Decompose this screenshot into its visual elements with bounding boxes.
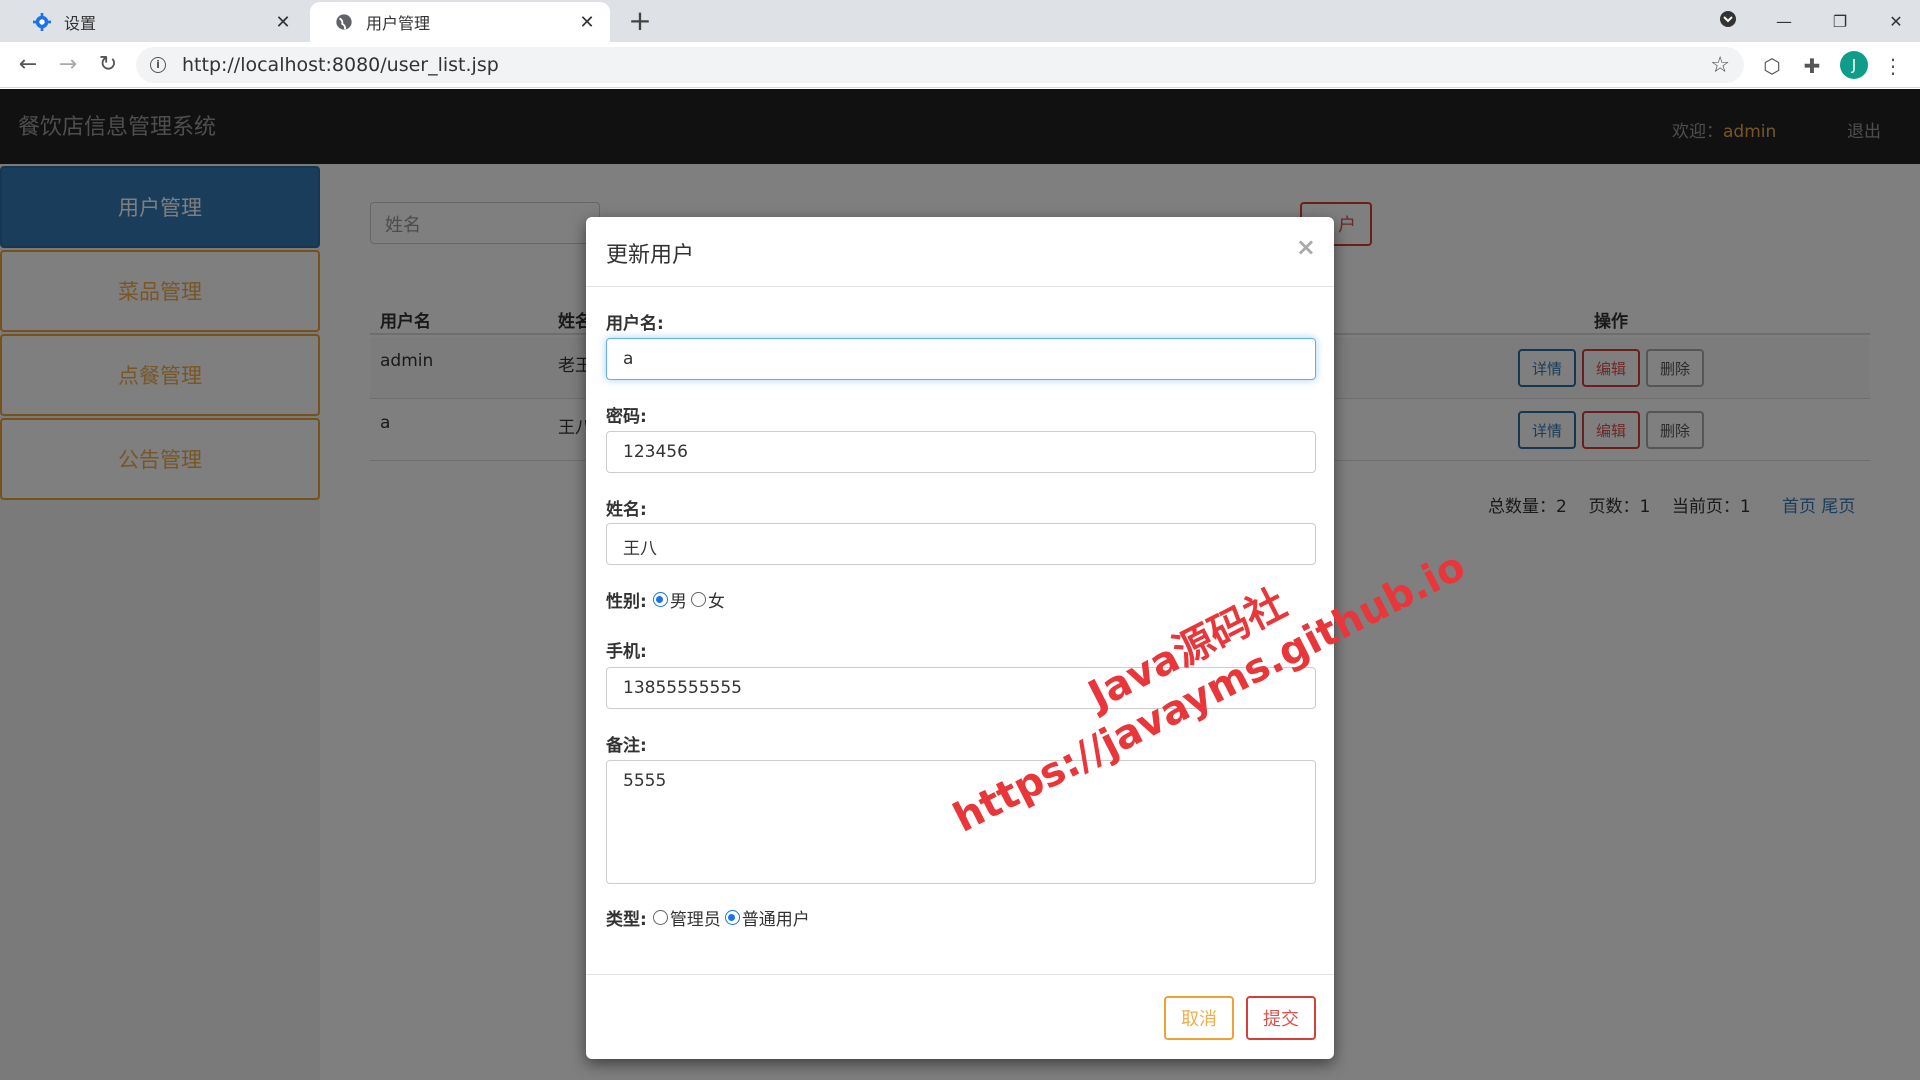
gear-icon xyxy=(32,12,52,32)
tab-title: 用户管理 xyxy=(366,14,431,33)
tab-search-icon[interactable] xyxy=(1700,10,1756,32)
browser-tabstrip: 设置 ✕ 用户管理 ✕ + — ❐ ✕ xyxy=(0,0,1920,42)
info-icon[interactable]: i xyxy=(150,57,166,73)
extension-icon[interactable]: ⬡ xyxy=(1759,53,1785,79)
tab-title: 设置 xyxy=(64,14,97,33)
reload-icon[interactable]: ↻ xyxy=(94,51,122,79)
address-bar[interactable]: i http://localhost:8080/user_list.jsp ☆ xyxy=(136,47,1744,83)
gender-male-radio[interactable] xyxy=(652,592,668,607)
dialog-title: 更新用户 xyxy=(606,243,695,268)
close-icon[interactable]: ✕ xyxy=(576,12,598,33)
type-label: 类型: xyxy=(606,910,647,930)
restore-icon[interactable]: ❐ xyxy=(1812,12,1868,31)
new-tab-button[interactable]: + xyxy=(624,6,656,38)
password-input[interactable]: 123456 xyxy=(606,431,1316,473)
username-label: 用户名: xyxy=(606,314,664,334)
cancel-button[interactable]: 取消 xyxy=(1164,996,1234,1040)
bookmark-star-icon[interactable]: ☆ xyxy=(1710,53,1730,78)
gender-female-label: 女 xyxy=(707,592,725,612)
close-icon[interactable]: × xyxy=(1296,233,1316,261)
remark-label: 备注: xyxy=(606,736,647,756)
password-label: 密码: xyxy=(606,407,647,427)
puzzle-icon[interactable]: ✚ xyxy=(1799,53,1825,79)
type-admin-radio[interactable] xyxy=(652,910,668,925)
gender-male-label: 男 xyxy=(669,592,687,612)
window-controls: — ❐ ✕ xyxy=(1700,0,1920,42)
window-close-icon[interactable]: ✕ xyxy=(1868,12,1920,31)
close-icon[interactable]: ✕ xyxy=(272,12,294,33)
type-admin-label: 管理员 xyxy=(669,910,721,930)
browser-tab-user-management[interactable]: 用户管理 ✕ xyxy=(310,2,610,42)
type-group: 类型: 管理员 普通用户 xyxy=(606,905,810,930)
gender-female-radio[interactable] xyxy=(690,592,706,607)
browser-tab-settings[interactable]: 设置 ✕ xyxy=(8,2,306,42)
type-normal-radio[interactable] xyxy=(724,910,740,925)
forward-icon[interactable]: → xyxy=(54,51,82,79)
gender-label: 性别: xyxy=(606,592,647,612)
url-text: http://localhost:8080/user_list.jsp xyxy=(182,54,499,76)
name-input[interactable]: 王八 xyxy=(606,523,1316,565)
back-icon[interactable]: ← xyxy=(14,51,42,79)
name-label: 姓名: xyxy=(606,500,647,520)
phone-label: 手机: xyxy=(606,642,647,662)
submit-button[interactable]: 提交 xyxy=(1246,996,1316,1040)
dialog-header: 更新用户 × xyxy=(586,217,1334,287)
page: 餐饮店信息管理系统 欢迎：admin 退出 用户管理 菜品管理 点餐管理 公告管… xyxy=(0,89,1920,1080)
menu-icon[interactable]: ⋮ xyxy=(1880,53,1906,79)
dialog-footer-divider xyxy=(586,974,1334,975)
minimize-icon[interactable]: — xyxy=(1756,12,1812,31)
globe-icon xyxy=(334,12,354,32)
browser-toolbar: ← → ↻ i http://localhost:8080/user_list.… xyxy=(0,42,1920,88)
username-input[interactable]: a xyxy=(606,338,1316,380)
profile-avatar[interactable]: J xyxy=(1840,51,1868,79)
type-normal-label: 普通用户 xyxy=(741,910,810,930)
gender-group: 性别: 男 女 xyxy=(606,587,725,612)
